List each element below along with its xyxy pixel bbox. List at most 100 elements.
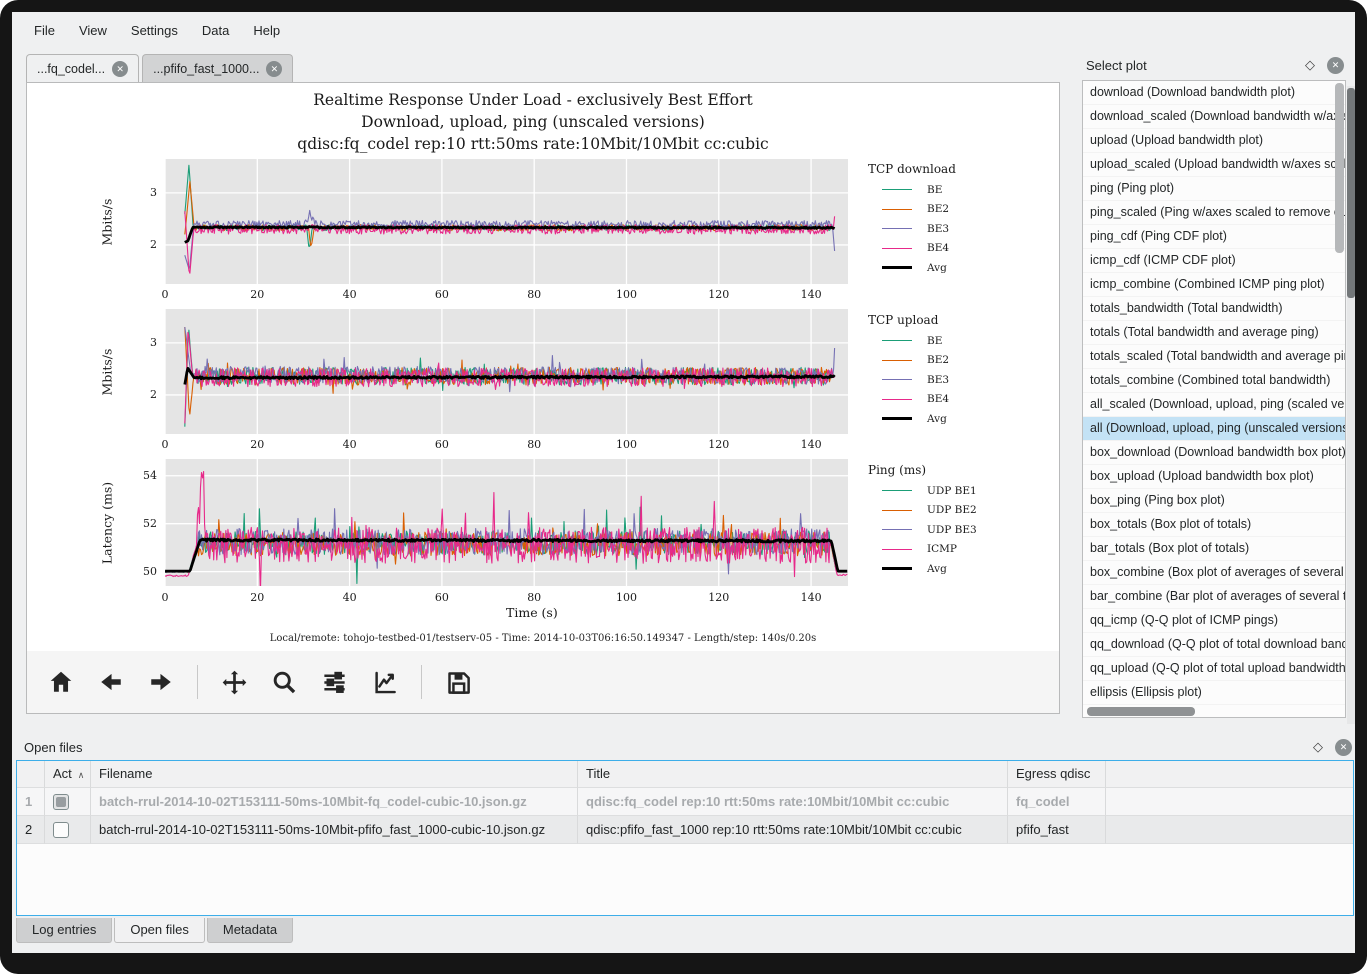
plot-list-item[interactable]: all (Download, upload, ping (unscaled ve…: [1083, 417, 1345, 441]
scrollbar-thumb[interactable]: [1335, 83, 1344, 253]
menu-item-settings[interactable]: Settings: [119, 18, 190, 43]
legend-upload: TCP uploadBEBE2BE3BE4Avg: [856, 313, 1046, 429]
home-icon[interactable]: [47, 669, 74, 696]
scrollbar-thumb[interactable]: [1087, 707, 1195, 716]
legend-download: TCP downloadBEBE2BE3BE4Avg: [856, 162, 1046, 278]
bottom-tab-open-files[interactable]: Open files: [114, 918, 205, 943]
plot-list-item[interactable]: box_ping (Ping box plot): [1083, 489, 1345, 513]
subplots-config-icon[interactable]: [321, 669, 348, 696]
scrollbar-thumb[interactable]: [1347, 88, 1355, 298]
plot-list-item[interactable]: upload_scaled (Upload bandwidth w/axes s…: [1083, 153, 1345, 177]
plot-list-item[interactable]: box_download (Download bandwidth box plo…: [1083, 441, 1345, 465]
x-tick-label: 60: [424, 288, 460, 301]
open-files-row[interactable]: 2batch-rrul-2014-10-02T153111-50ms-10Mbi…: [17, 816, 1353, 844]
select-plot-dock-header: Select plot ◇ ✕: [1082, 52, 1346, 78]
legend-entry: BE2: [856, 200, 1046, 220]
x-tick-label: 120: [701, 591, 737, 604]
bottom-tab-metadata[interactable]: Metadata: [207, 918, 293, 943]
menu-item-help[interactable]: Help: [241, 18, 292, 43]
plot-list-item[interactable]: totals_bandwidth (Total bandwidth): [1083, 297, 1345, 321]
active-checkbox[interactable]: [53, 794, 69, 810]
y-axis-label: Mbits/s: [100, 198, 115, 245]
egress-qdisc-cell: pfifo_fast: [1008, 816, 1106, 844]
x-axis-label: Time (s): [506, 605, 558, 620]
legend-line-sample: [882, 248, 912, 249]
plot-list-item[interactable]: all_scaled (Download, upload, ping (scal…: [1083, 393, 1345, 417]
y-tick-label: 2: [125, 388, 157, 401]
back-arrow-icon[interactable]: [97, 669, 124, 696]
plot-list-item[interactable]: icmp_cdf (ICMP CDF plot): [1083, 249, 1345, 273]
plot-list-item[interactable]: ping_cdf (Ping CDF plot): [1083, 225, 1345, 249]
x-tick-label: 20: [239, 591, 275, 604]
tab-label: ...fq_codel...: [37, 62, 105, 76]
legend-entry: UDP BE3: [856, 520, 1046, 540]
legend-label: BE3: [927, 223, 949, 235]
open-files-dock-header: Open files ◇ ✕: [16, 734, 1354, 760]
plot-list-item[interactable]: qq_icmp (Q-Q plot of ICMP pings): [1083, 609, 1345, 633]
plot-list-item[interactable]: totals_combine (Combined total bandwidth…: [1083, 369, 1345, 393]
legend-line-sample: [882, 490, 912, 491]
legend-label: Avg: [927, 262, 947, 274]
x-tick-label: 40: [332, 438, 368, 451]
plot-list-item[interactable]: qq_download (Q-Q plot of total download …: [1083, 633, 1345, 657]
active-checkbox[interactable]: [53, 822, 69, 838]
dock-area-scrollbar[interactable]: [1347, 86, 1355, 724]
pan-icon[interactable]: [221, 669, 248, 696]
plot-list-horizontal-scrollbar[interactable]: [1085, 707, 1333, 716]
dock-float-icon[interactable]: ◇: [1305, 57, 1315, 73]
open-files-row[interactable]: 1batch-rrul-2014-10-02T153111-50ms-10Mbi…: [17, 788, 1353, 816]
legend-label: BE2: [927, 203, 949, 215]
save-icon[interactable]: [445, 669, 472, 696]
menu-item-data[interactable]: Data: [190, 18, 241, 43]
plot-list-vertical-scrollbar[interactable]: [1335, 83, 1344, 683]
plot-list-item[interactable]: bar_totals (Box plot of totals): [1083, 537, 1345, 561]
plot-list-item[interactable]: ping (Ping plot): [1083, 177, 1345, 201]
plot-list-item[interactable]: icmp_combine (Combined ICMP ping plot): [1083, 273, 1345, 297]
column-header-act[interactable]: Act∧: [45, 761, 91, 788]
menu-item-view[interactable]: View: [67, 18, 119, 43]
dock-close-icon[interactable]: ✕: [1335, 739, 1352, 756]
plot-list-item[interactable]: totals (Total bandwidth and average ping…: [1083, 321, 1345, 345]
legend-label: UDP BE1: [927, 485, 977, 497]
legend-line-sample: [882, 228, 912, 229]
x-tick-label: 40: [332, 288, 368, 301]
bottom-tab-log-entries[interactable]: Log entries: [16, 918, 112, 943]
figure-canvas: Realtime Response Under Load - exclusive…: [27, 83, 1059, 651]
legend-entry: BE: [856, 180, 1046, 200]
plot-list-item[interactable]: download_scaled (Download bandwidth w/ax…: [1083, 105, 1345, 129]
x-tick-label: 0: [147, 288, 183, 301]
plot-list-item[interactable]: bar_combine (Bar plot of averages of sev…: [1083, 585, 1345, 609]
legend-line-sample: [882, 399, 912, 400]
x-tick-label: 120: [701, 288, 737, 301]
legend-line-sample: [882, 549, 912, 550]
active-checkbox-cell[interactable]: [45, 788, 91, 816]
plot-list-item[interactable]: box_upload (Upload bandwidth box plot): [1083, 465, 1345, 489]
select-plot-title: Select plot: [1082, 58, 1305, 73]
legend-title: Ping (ms): [868, 463, 1046, 477]
plot-list-item[interactable]: ellipsis (Ellipsis plot): [1083, 681, 1345, 705]
zoom-icon[interactable]: [271, 669, 298, 696]
legend-line-sample: [882, 417, 912, 420]
legend-title: TCP download: [868, 162, 1046, 176]
forward-arrow-icon[interactable]: [147, 669, 174, 696]
title-cell: qdisc:pfifo_fast_1000 rep:10 rtt:50ms ra…: [578, 816, 1008, 844]
plot-list-item[interactable]: box_combine (Box plot of averages of sev…: [1083, 561, 1345, 585]
legend-entry: Avg: [856, 258, 1046, 278]
title-cell: qdisc:fq_codel rep:10 rtt:50ms rate:10Mb…: [578, 788, 1008, 816]
document-tab-1[interactable]: ...fq_codel... ✕: [26, 54, 139, 82]
plot-list-item[interactable]: upload (Upload bandwidth plot): [1083, 129, 1345, 153]
active-checkbox-cell[interactable]: [45, 816, 91, 844]
document-tab-bar: ...fq_codel...✕...pfifo_fast_1000...✕: [26, 54, 296, 82]
dock-float-icon[interactable]: ◇: [1313, 739, 1323, 755]
plot-list-item[interactable]: ping_scaled (Ping w/axes scaled to remov…: [1083, 201, 1345, 225]
plot-list-item[interactable]: totals_scaled (Total bandwidth and avera…: [1083, 345, 1345, 369]
menu-item-file[interactable]: File: [22, 18, 67, 43]
plot-list-item[interactable]: box_totals (Box plot of totals): [1083, 513, 1345, 537]
tab-close-icon[interactable]: ✕: [112, 61, 128, 77]
tab-close-icon[interactable]: ✕: [266, 61, 282, 77]
plot-list-item[interactable]: download (Download bandwidth plot): [1083, 81, 1345, 105]
customize-plot-icon[interactable]: [371, 669, 398, 696]
plot-list-item[interactable]: qq_upload (Q-Q plot of total upload band…: [1083, 657, 1345, 681]
document-tab-2[interactable]: ...pfifo_fast_1000...✕: [142, 54, 293, 82]
dock-close-icon[interactable]: ✕: [1327, 57, 1344, 74]
